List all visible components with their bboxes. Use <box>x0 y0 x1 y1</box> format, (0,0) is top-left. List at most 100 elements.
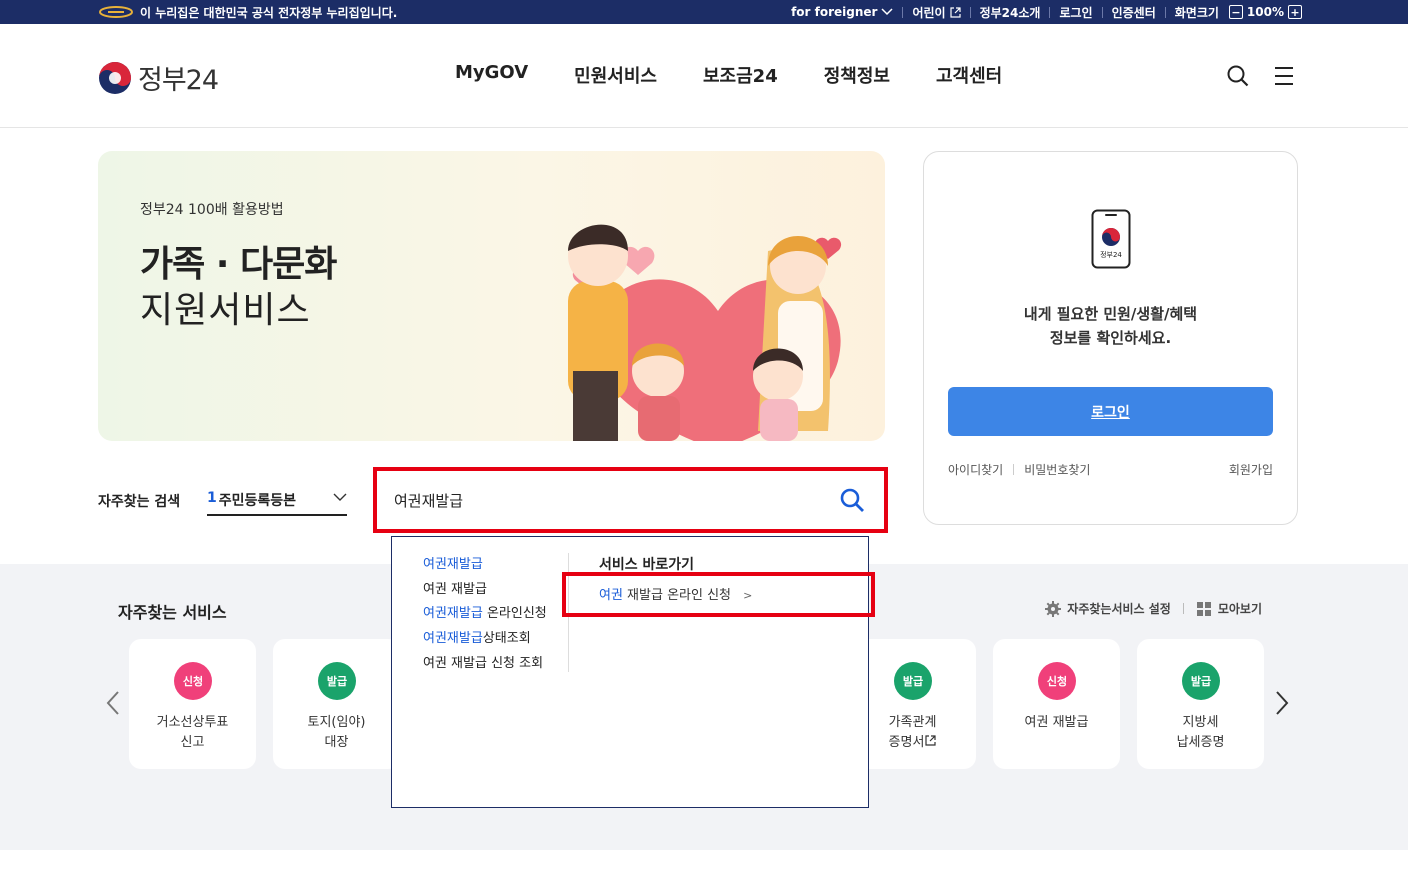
promo-banner[interactable]: 정부24 100배 활용방법 가족 · 다문화 지원서비스 <box>98 151 885 441</box>
service-card-label: 거소선상투표 신고 <box>129 713 256 753</box>
nav-civil-service[interactable]: 민원서비스 <box>574 62 657 88</box>
intro-link[interactable]: 정부24소개 <box>980 4 1041 21</box>
login-message: 내게 필요한 민원/생활/혜택 정보를 확인하세요. <box>924 302 1297 350</box>
phone-label: 정부24 <box>1100 250 1122 259</box>
banner-title-line1: 가족 · 다문화 <box>140 244 337 285</box>
logo-text: 정부24 <box>138 65 219 96</box>
screen-size-label: 화면크기 <box>1174 5 1219 20</box>
frequent-services-title: 자주찾는 서비스 <box>118 603 227 622</box>
service-card-label: 토지(임야) 대장 <box>273 713 400 753</box>
chevron-down-icon <box>881 8 893 16</box>
service-card-line1: 여권 재발급 <box>1024 715 1089 730</box>
apply-badge: 신청 <box>1038 662 1076 700</box>
suggestion-keyword: 여권재발급 <box>423 606 483 622</box>
header-icons <box>1226 64 1296 88</box>
service-card[interactable]: 신청 거소선상투표 신고 <box>129 639 256 769</box>
join-link[interactable]: 회원가입 <box>1229 461 1273 478</box>
main-nav: MyGOV 민원서비스 보조금24 정책정보 고객센터 <box>455 62 1048 88</box>
suggestion-rest: 여권 재발급 <box>423 581 487 597</box>
issue-badge: 발급 <box>318 662 356 700</box>
service-shortcut-title: 서비스 바로가기 <box>599 557 695 573</box>
kids-label: 어린이 <box>912 5 946 20</box>
login-button[interactable]: 로그인 <box>948 387 1273 436</box>
gov-notice-text: 이 누리집은 대한민국 공식 전자정부 누리집입니다. <box>140 5 398 20</box>
utility-links: for foreigner 어린이 정부24소개 로그인 인증센터 화면크기 −… <box>791 0 1306 24</box>
login-panel: 정부24 내게 필요한 민원/생활/혜택 정보를 확인하세요. 로그인 아이디찾… <box>923 151 1298 525</box>
top-login-link[interactable]: 로그인 <box>1059 4 1092 21</box>
suggestion-item[interactable]: 여권재발급 <box>423 553 547 578</box>
gov-notice: 이 누리집은 대한민국 공식 전자정부 누리집입니다. <box>98 0 397 24</box>
suggestion-item[interactable]: 여권재발급 온라인신청 <box>423 602 547 627</box>
service-card-line1: 지방세 <box>1182 715 1219 730</box>
service-card[interactable]: 발급 지방세 납세증명 <box>1137 639 1264 769</box>
chevron-down-icon <box>333 493 347 501</box>
frequent-search-text: 주민등록등본 <box>218 493 297 509</box>
search-input[interactable] <box>394 491 814 509</box>
service-card-line2: 납세증명 <box>1176 735 1225 750</box>
nav-mygov[interactable]: MyGOV <box>455 62 528 88</box>
search-icon[interactable] <box>839 487 865 513</box>
suggestion-list: 여권재발급 여권 재발급 여권재발급 온라인신청 여권재발급상태조회 여권 재발… <box>423 553 547 677</box>
main-search-box <box>380 474 881 526</box>
suggestion-rest: 온라인신청 <box>482 606 547 622</box>
service-card-line2: 신고 <box>180 735 205 750</box>
apply-badge: 신청 <box>174 662 212 700</box>
external-link-icon <box>949 6 961 18</box>
hamburger-menu-icon[interactable] <box>1272 64 1296 88</box>
suggestion-keyword: 여권재발급 <box>423 631 483 647</box>
service-card[interactable]: 신청 여권 재발급 <box>993 639 1120 769</box>
suggestion-rest: 여권 재발급 신청 조회 <box>423 655 544 671</box>
login-links: 아이디찾기 비밀번호찾기 회원가입 <box>948 461 1273 478</box>
for-foreigner-dropdown[interactable]: for foreigner <box>791 5 893 19</box>
suggestion-rest: 상태조회 <box>482 631 531 647</box>
find-id-link[interactable]: 아이디찾기 <box>948 461 1003 478</box>
nav-subsidy24[interactable]: 보조금24 <box>703 62 778 88</box>
cert-center-link[interactable]: 인증센터 <box>1112 4 1156 21</box>
chevron-right-icon[interactable] <box>1274 690 1290 716</box>
search-icon[interactable] <box>1226 64 1250 88</box>
services-tools: 자주찾는서비스 설정 모아보기 <box>1045 600 1262 617</box>
service-card-line2: 대장 <box>324 735 349 750</box>
service-card-label: 여권 재발급 <box>993 713 1120 733</box>
zoom-in-button[interactable]: + <box>1288 5 1302 19</box>
frequent-search-rank: 1 <box>207 490 217 506</box>
issue-badge: 발급 <box>894 662 932 700</box>
frequent-search-select[interactable]: 1 주민등록등본 <box>207 486 347 516</box>
taegeuk-logo-icon <box>99 61 131 94</box>
mobile-id-icon: 정부24 <box>1091 209 1131 269</box>
banner-title-line2: 지원서비스 <box>140 290 311 331</box>
zoom-level: 100% <box>1246 5 1284 19</box>
service-card-label: 지방세 납세증명 <box>1137 713 1264 753</box>
shortcut-highlight-box <box>562 572 875 617</box>
gov-emblem-icon <box>98 5 134 19</box>
zoom-out-button[interactable]: − <box>1228 5 1243 19</box>
find-password-link[interactable]: 비밀번호찾기 <box>1024 461 1090 478</box>
gear-icon <box>1045 600 1062 617</box>
site-logo[interactable]: 정부24 <box>98 58 219 97</box>
login-message-line2: 정보를 확인하세요. <box>1049 329 1172 347</box>
grid-icon <box>1196 601 1211 616</box>
service-card-line2-text: 증명서 <box>888 735 925 750</box>
family-heart-illustration <box>568 224 842 441</box>
site-header: 정부24 MyGOV 민원서비스 보조금24 정책정보 고객센터 <box>0 24 1408 128</box>
for-foreigner-label: for foreigner <box>791 5 878 19</box>
services-gather-link[interactable]: 모아보기 <box>1218 600 1262 617</box>
login-message-line1: 내게 필요한 민원/생활/혜택 <box>1023 305 1198 323</box>
nav-customer-center[interactable]: 고객센터 <box>936 62 1002 88</box>
suggestion-item[interactable]: 여권 재발급 신청 조회 <box>423 652 547 677</box>
suggestion-item[interactable]: 여권 재발급 <box>423 578 547 603</box>
frequent-search-label: 자주찾는 검색 <box>98 494 181 510</box>
service-card[interactable]: 발급 토지(임야) 대장 <box>273 639 400 769</box>
kids-link[interactable]: 어린이 <box>912 4 961 21</box>
nav-policy[interactable]: 정책정보 <box>824 62 890 88</box>
gov-official-bar: 이 누리집은 대한민국 공식 전자정부 누리집입니다. for foreigne… <box>0 0 1408 24</box>
service-card-line1: 거소선상투표 <box>156 715 229 730</box>
suggestion-keyword: 여권재발급 <box>423 557 483 572</box>
suggestion-item[interactable]: 여권재발급상태조회 <box>423 627 547 652</box>
external-link-icon <box>925 735 937 746</box>
issue-badge: 발급 <box>1182 662 1220 700</box>
services-settings-link[interactable]: 자주찾는서비스 설정 <box>1067 600 1171 617</box>
chevron-left-icon[interactable] <box>105 690 121 716</box>
banner-subtitle: 정부24 100배 활용방법 <box>140 202 284 218</box>
service-card-line1: 토지(임야) <box>307 715 366 730</box>
